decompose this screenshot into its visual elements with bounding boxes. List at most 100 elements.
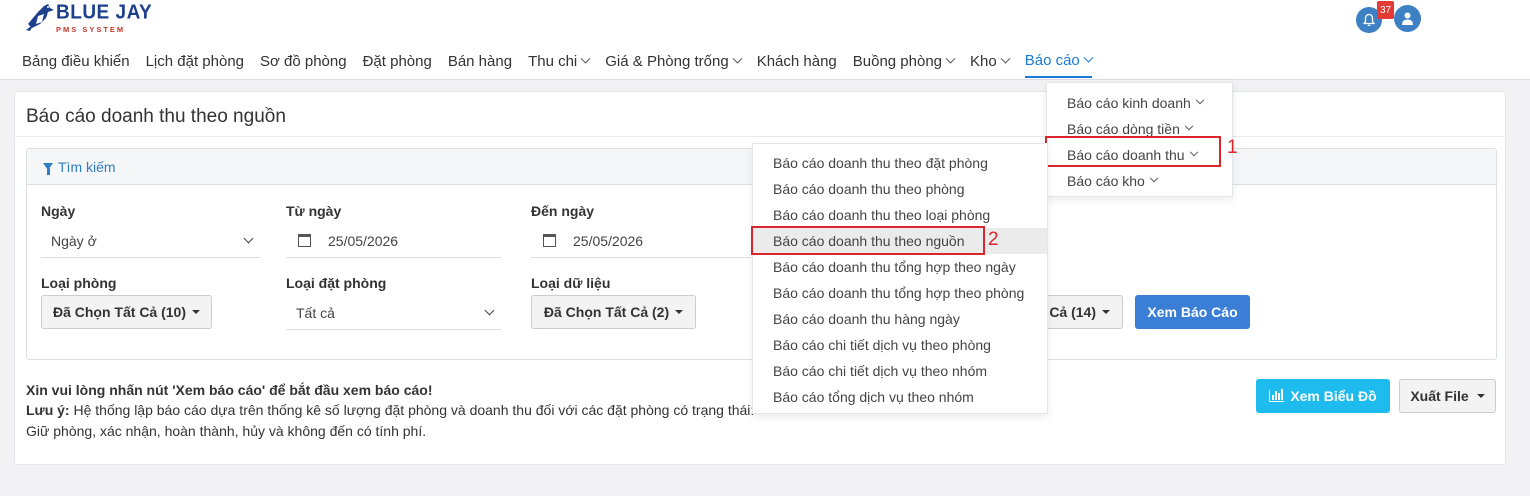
menu-item-cashflow-report[interactable]: Báo cáo dòng tiền: [1067, 121, 1194, 137]
to-date-input[interactable]: 25/05/2026: [531, 224, 751, 258]
nav-item-customers[interactable]: Khách hàng: [757, 48, 837, 74]
chevron-down-icon: [1184, 121, 1194, 131]
chevron-down-icon: [580, 53, 591, 64]
caret-down-icon: [1102, 310, 1110, 314]
nav-item-label: Giá & Phòng trống: [605, 52, 729, 70]
submenu-item-revenue-summary-by-day[interactable]: Báo cáo doanh thu tổng hợp theo ngày: [753, 254, 1047, 280]
search-panel-title: Tìm kiếm: [58, 158, 116, 175]
submenu-item-service-total-by-group[interactable]: Báo cáo tổng dịch vụ theo nhóm: [753, 384, 1047, 410]
from-date-input[interactable]: 25/05/2026: [286, 224, 501, 258]
submenu-item-revenue-by-room-type[interactable]: Báo cáo doanh thu theo loại phòng: [753, 202, 1047, 228]
view-report-prompt: Xin vui lòng nhấn nút 'Xem báo cáo' để b…: [26, 382, 433, 398]
nav-item-rates-availability[interactable]: Giá & Phòng trống: [605, 48, 743, 74]
submenu-item-revenue-by-booking[interactable]: Báo cáo doanh thu theo đặt phòng: [753, 150, 1047, 176]
date-type-select[interactable]: Ngày ở: [41, 224, 260, 258]
view-report-button[interactable]: Xem Báo Cáo: [1135, 295, 1250, 329]
annotation-highlight-1: [1045, 136, 1221, 167]
page-title: Báo cáo doanh thu theo nguồn: [26, 106, 286, 127]
submenu-item-service-detail-by-group[interactable]: Báo cáo chi tiết dịch vụ theo nhóm: [753, 358, 1047, 384]
note-line-2: Giữ phòng, xác nhận, hoàn thành, hủy và …: [26, 423, 427, 439]
nav-item-room-map[interactable]: Sơ đồ phòng: [260, 48, 347, 74]
nav-item-sales[interactable]: Bán hàng: [448, 48, 512, 74]
chevron-down-icon: [1083, 52, 1094, 63]
to-date-value: 25/05/2026: [573, 232, 644, 249]
note-label: Lưu ý:: [26, 402, 70, 418]
chevron-down-icon: [243, 233, 254, 244]
nav-item-label: Khách hàng: [756, 52, 837, 70]
nav-item-inventory[interactable]: Kho: [970, 48, 1011, 74]
submenu-item-daily-revenue[interactable]: Báo cáo doanh thu hàng ngày: [753, 306, 1047, 332]
notification-count-badge: 37: [1377, 1, 1394, 19]
menu-item-business-report[interactable]: Báo cáo kinh doanh: [1067, 95, 1205, 111]
note-text: Hệ thống lập báo cáo dựa trên thống kê s…: [69, 402, 755, 418]
main-nav: Bảng điều khiển Lịch đặt phòng Sơ đồ phò…: [22, 48, 1108, 78]
date-type-label: Ngày: [41, 203, 76, 219]
user-icon: [1402, 12, 1413, 25]
data-type-value: Đã Chọn Tất Cả (2): [543, 304, 670, 320]
from-date-label: Từ ngày: [286, 203, 342, 219]
calendar-icon: [298, 234, 311, 247]
menu-item-label: Báo cáo dòng tiền: [1067, 121, 1180, 137]
to-date-label: Đến ngày: [531, 203, 595, 219]
nav-item-label: Báo cáo: [1024, 51, 1080, 69]
nav-item-booking-calendar[interactable]: Lịch đặt phòng: [146, 48, 244, 74]
top-header: BLUE JAY PMS SYSTEM Bảng điều khiển Lịch…: [0, 0, 1530, 80]
submenu-item-revenue-summary-by-room[interactable]: Báo cáo doanh thu tổng hợp theo phòng: [753, 280, 1047, 306]
filter-icon: [43, 163, 53, 175]
data-type-multiselect[interactable]: Đã Chọn Tất Cả (2): [531, 295, 696, 329]
brand-name: BLUE JAY: [56, 1, 153, 24]
menu-item-inventory-report[interactable]: Báo cáo kho: [1067, 173, 1159, 189]
view-chart-label: Xem Biểu Đồ: [1290, 388, 1377, 404]
nav-item-dashboard[interactable]: Bảng điều khiển: [22, 48, 130, 74]
nav-item-label: Đặt phòng: [362, 52, 432, 70]
nav-item-label: Buồng phòng: [852, 52, 943, 70]
source-value: Cả (14): [1049, 304, 1096, 320]
export-file-button[interactable]: Xuất File: [1399, 379, 1496, 413]
chevron-down-icon: [1000, 53, 1011, 64]
booking-type-select[interactable]: Tất cả: [286, 296, 501, 330]
room-type-multiselect[interactable]: Đã Chọn Tất Cả (10): [41, 295, 212, 329]
menu-item-label: Báo cáo kho: [1067, 173, 1145, 189]
chevron-down-icon: [484, 305, 495, 316]
nav-item-reports[interactable]: Báo cáo: [1024, 48, 1094, 78]
caret-down-icon: [675, 310, 684, 314]
note-line-1: Lưu ý: Hệ thống lập báo cáo dựa trên thố…: [26, 402, 754, 418]
booking-type-label: Loại đặt phòng: [286, 275, 387, 291]
chevron-down-icon: [1149, 173, 1159, 183]
nav-item-label: Lịch đặt phòng: [145, 52, 245, 70]
nav-item-label: Thu chi: [528, 52, 578, 70]
menu-item-label: Báo cáo kinh doanh: [1067, 95, 1191, 111]
nav-item-housekeeping[interactable]: Buồng phòng: [852, 48, 956, 74]
user-avatar-button[interactable]: [1394, 5, 1421, 32]
nav-item-label: Kho: [970, 52, 997, 70]
annotation-highlight-2: [751, 226, 985, 255]
submenu-item-service-detail-by-room[interactable]: Báo cáo chi tiết dịch vụ theo phòng: [753, 332, 1047, 358]
chevron-down-icon: [945, 53, 956, 64]
chevron-down-icon: [732, 53, 743, 64]
divider: [15, 136, 1505, 137]
room-type-value: Đã Chọn Tất Cả (10): [52, 304, 186, 320]
view-chart-button[interactable]: Xem Biểu Đồ: [1256, 379, 1390, 413]
logo[interactable]: BLUE JAY PMS SYSTEM: [24, 1, 152, 38]
from-date-value: 25/05/2026: [328, 232, 399, 249]
brand-subtitle: PMS SYSTEM: [56, 25, 126, 34]
nav-item-label: Bán hàng: [447, 52, 513, 70]
nav-item-income-expense[interactable]: Thu chi: [528, 48, 591, 74]
date-type-value: Ngày ở: [51, 232, 97, 249]
booking-type-value: Tất cả: [296, 304, 335, 321]
annotation-number-1: 1: [1227, 137, 1238, 158]
bell-icon: [1362, 13, 1376, 27]
blue-jay-bird-icon: [26, 4, 54, 31]
nav-item-label: Bảng điều khiển: [22, 52, 130, 70]
bar-chart-icon: [1269, 389, 1285, 402]
caret-down-icon: [1476, 394, 1485, 398]
export-file-label: Xuất File: [1410, 388, 1469, 404]
chevron-down-icon: [1195, 95, 1205, 105]
nav-item-label: Sơ đồ phòng: [260, 52, 347, 70]
room-type-label: Loại phòng: [41, 275, 117, 291]
data-type-label: Loại dữ liệu: [531, 275, 611, 291]
nav-item-bookings[interactable]: Đặt phòng: [363, 48, 432, 74]
revenue-submenu: Báo cáo doanh thu theo đặt phòng Báo cáo…: [752, 143, 1048, 414]
annotation-number-2: 2: [988, 229, 999, 250]
submenu-item-revenue-by-room[interactable]: Báo cáo doanh thu theo phòng: [753, 176, 1047, 202]
